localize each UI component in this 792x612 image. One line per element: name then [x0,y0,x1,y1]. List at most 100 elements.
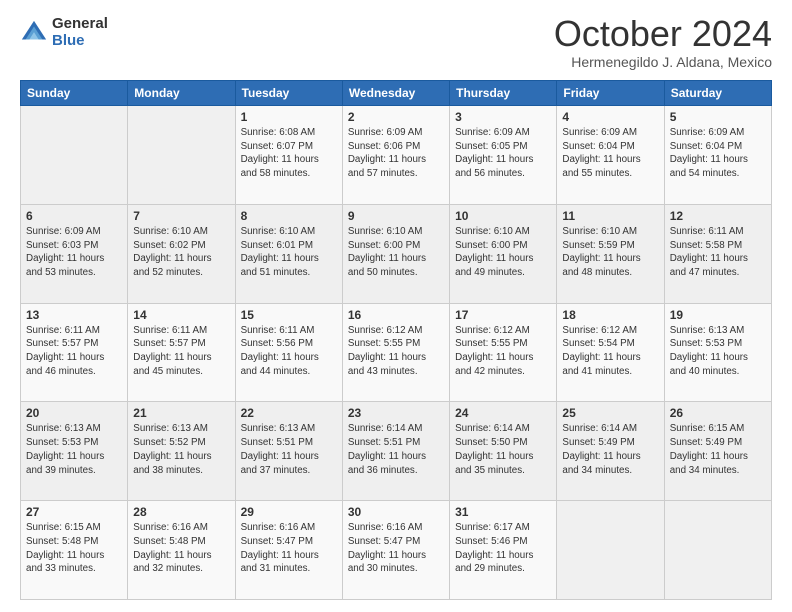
day-number: 30 [348,505,444,519]
calendar-cell: 30 Sunrise: 6:16 AM Sunset: 5:47 PM Dayli… [342,501,449,600]
cell-content: Sunrise: 6:16 AM Sunset: 5:47 PM Dayligh… [348,521,444,576]
calendar-cell: 5 Sunrise: 6:09 AM Sunset: 6:04 PM Daylig… [664,106,771,205]
day-number: 22 [241,406,337,420]
cell-content: Sunrise: 6:14 AM Sunset: 5:50 PM Dayligh… [455,422,551,477]
calendar-cell: 6Sunrise: 6:09 AM Sunset: 6:03 PM Daylig… [21,204,128,303]
cell-content: Sunrise: 6:09 AM Sunset: 6:05 PM Dayligh… [455,126,551,181]
calendar-cell: 19Sunrise: 6:13 AM Sunset: 5:53 PM Dayli… [664,303,771,402]
calendar-cell: 13 Sunrise: 6:11 AM Sunset: 5:57 PM Dayli… [21,303,128,402]
cell-content: Sunrise: 6:14 AM Sunset: 5:51 PM Dayligh… [348,422,444,477]
calendar-cell: 15 Sunrise: 6:11 AM Sunset: 5:56 PM Dayli… [235,303,342,402]
day-header-tuesday: Tuesday [235,81,342,106]
day-number: 25 [562,406,658,420]
calendar-cell [557,501,664,600]
day-number: 26 [670,406,766,420]
calendar-week-row: 6Sunrise: 6:09 AM Sunset: 6:03 PM Daylig… [21,204,772,303]
cell-content: Sunrise: 6:16 AM Sunset: 5:47 PM Dayligh… [241,521,337,576]
day-number: 29 [241,505,337,519]
logo: General Blue [20,16,108,49]
day-number: 16 [348,308,444,322]
day-number: 1 [241,110,337,124]
calendar-cell [21,106,128,205]
calendar-cell: 23 Sunrise: 6:14 AM Sunset: 5:51 PM Dayli… [342,402,449,501]
logo-blue-text: Blue [52,33,108,50]
location-subtitle: Hermenegildo J. Aldana, Mexico [554,54,772,70]
calendar-cell: 22 Sunrise: 6:13 AM Sunset: 5:51 PM Dayli… [235,402,342,501]
cell-content: Sunrise: 6:17 AM Sunset: 5:46 PM Dayligh… [455,521,551,576]
title-block: October 2024 Hermenegildo J. Aldana, Mex… [554,16,772,70]
calendar-cell: 25 Sunrise: 6:14 AM Sunset: 5:49 PM Dayli… [557,402,664,501]
header: General Blue October 2024 Hermenegildo J… [20,16,772,70]
cell-content: Sunrise: 6:12 AM Sunset: 5:55 PM Dayligh… [348,324,444,379]
cell-content: Sunrise: 6:14 AM Sunset: 5:49 PM Dayligh… [562,422,658,477]
calendar-cell: 18Sunrise: 6:12 AM Sunset: 5:54 PM Dayli… [557,303,664,402]
calendar-week-row: 27 Sunrise: 6:15 AM Sunset: 5:48 PM Dayli… [21,501,772,600]
day-number: 31 [455,505,551,519]
cell-content: Sunrise: 6:13 AM Sunset: 5:51 PM Dayligh… [241,422,337,477]
month-title: October 2024 [554,16,772,52]
day-number: 8 [241,209,337,223]
day-number: 5 [670,110,766,124]
day-number: 4 [562,110,658,124]
cell-content: Sunrise: 6:13 AM Sunset: 5:53 PM Dayligh… [670,324,766,379]
calendar-week-row: 20 Sunrise: 6:13 AM Sunset: 5:53 PM Dayli… [21,402,772,501]
calendar-cell: 24 Sunrise: 6:14 AM Sunset: 5:50 PM Dayli… [450,402,557,501]
cell-content: Sunrise: 6:15 AM Sunset: 5:49 PM Dayligh… [670,422,766,477]
day-number: 2 [348,110,444,124]
day-number: 13 [26,308,122,322]
cell-content: Sunrise: 6:15 AM Sunset: 5:48 PM Dayligh… [26,521,122,576]
calendar-cell: 3Sunrise: 6:09 AM Sunset: 6:05 PM Daylig… [450,106,557,205]
calendar-cell: 2 Sunrise: 6:09 AM Sunset: 6:06 PM Daylig… [342,106,449,205]
cell-content: Sunrise: 6:09 AM Sunset: 6:06 PM Dayligh… [348,126,444,181]
cell-content: Sunrise: 6:10 AM Sunset: 6:02 PM Dayligh… [133,225,229,280]
cell-content: Sunrise: 6:09 AM Sunset: 6:04 PM Dayligh… [670,126,766,181]
cell-content: Sunrise: 6:13 AM Sunset: 5:52 PM Dayligh… [133,422,229,477]
day-header-thursday: Thursday [450,81,557,106]
calendar-week-row: 13 Sunrise: 6:11 AM Sunset: 5:57 PM Dayli… [21,303,772,402]
day-number: 28 [133,505,229,519]
calendar-cell: 7 Sunrise: 6:10 AM Sunset: 6:02 PM Daylig… [128,204,235,303]
day-number: 23 [348,406,444,420]
day-header-monday: Monday [128,81,235,106]
cell-content: Sunrise: 6:13 AM Sunset: 5:53 PM Dayligh… [26,422,122,477]
calendar-cell: 10 Sunrise: 6:10 AM Sunset: 6:00 PM Dayli… [450,204,557,303]
calendar-cell: 4Sunrise: 6:09 AM Sunset: 6:04 PM Daylig… [557,106,664,205]
day-number: 9 [348,209,444,223]
calendar-cell [128,106,235,205]
day-number: 27 [26,505,122,519]
page: General Blue October 2024 Hermenegildo J… [0,0,792,612]
cell-content: Sunrise: 6:11 AM Sunset: 5:57 PM Dayligh… [26,324,122,379]
cell-content: Sunrise: 6:16 AM Sunset: 5:48 PM Dayligh… [133,521,229,576]
day-number: 24 [455,406,551,420]
calendar-cell: 21Sunrise: 6:13 AM Sunset: 5:52 PM Dayli… [128,402,235,501]
calendar-cell: 28 Sunrise: 6:16 AM Sunset: 5:48 PM Dayli… [128,501,235,600]
day-header-friday: Friday [557,81,664,106]
calendar-cell: 9Sunrise: 6:10 AM Sunset: 6:00 PM Daylig… [342,204,449,303]
calendar-cell: 12Sunrise: 6:11 AM Sunset: 5:58 PM Dayli… [664,204,771,303]
cell-content: Sunrise: 6:12 AM Sunset: 5:55 PM Dayligh… [455,324,551,379]
day-number: 20 [26,406,122,420]
cell-content: Sunrise: 6:10 AM Sunset: 5:59 PM Dayligh… [562,225,658,280]
cell-content: Sunrise: 6:10 AM Sunset: 6:00 PM Dayligh… [455,225,551,280]
calendar-table: SundayMondayTuesdayWednesdayThursdayFrid… [20,80,772,600]
day-number: 14 [133,308,229,322]
day-number: 15 [241,308,337,322]
day-number: 7 [133,209,229,223]
calendar-cell [664,501,771,600]
calendar-cell: 26 Sunrise: 6:15 AM Sunset: 5:49 PM Dayli… [664,402,771,501]
calendar-cell: 27 Sunrise: 6:15 AM Sunset: 5:48 PM Dayli… [21,501,128,600]
day-number: 18 [562,308,658,322]
calendar-cell: 16 Sunrise: 6:12 AM Sunset: 5:55 PM Dayli… [342,303,449,402]
day-number: 17 [455,308,551,322]
logo-icon [20,19,48,47]
calendar-cell: 20 Sunrise: 6:13 AM Sunset: 5:53 PM Dayli… [21,402,128,501]
day-header-wednesday: Wednesday [342,81,449,106]
cell-content: Sunrise: 6:09 AM Sunset: 6:03 PM Dayligh… [26,225,122,280]
calendar-header-row: SundayMondayTuesdayWednesdayThursdayFrid… [21,81,772,106]
cell-content: Sunrise: 6:08 AM Sunset: 6:07 PM Dayligh… [241,126,337,181]
day-number: 10 [455,209,551,223]
cell-content: Sunrise: 6:10 AM Sunset: 6:01 PM Dayligh… [241,225,337,280]
calendar-week-row: 1 Sunrise: 6:08 AM Sunset: 6:07 PM Daylig… [21,106,772,205]
cell-content: Sunrise: 6:11 AM Sunset: 5:56 PM Dayligh… [241,324,337,379]
calendar-cell: 17 Sunrise: 6:12 AM Sunset: 5:55 PM Dayli… [450,303,557,402]
